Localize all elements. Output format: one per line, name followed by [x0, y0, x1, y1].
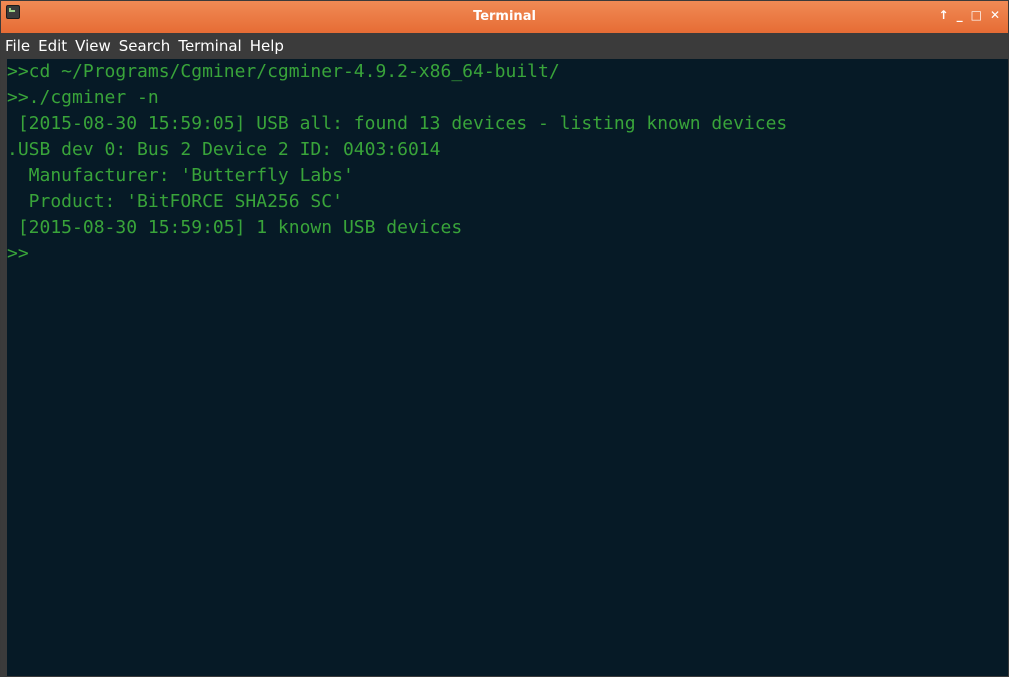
terminal-line: Product: 'BitFORCE SHA256 SC' [7, 191, 343, 212]
terminal-line: Manufacturer: 'Butterfly Labs' [7, 165, 354, 186]
menu-help[interactable]: Help [250, 33, 284, 59]
close-icon[interactable]: ✕ [990, 7, 1000, 23]
title-bar[interactable]: Terminal ↑ _ □ ✕ [1, 1, 1008, 33]
terminal-output[interactable]: >>cd ~/Programs/Cgminer/cgminer-4.9.2-x8… [7, 59, 1007, 676]
menu-bar: File Edit View Search Terminal Help [1, 33, 1008, 59]
terminal-line: [2015-08-30 15:59:05] 1 known USB device… [7, 217, 463, 238]
window-controls: ↑ _ □ ✕ [939, 7, 1000, 23]
terminal-line: [2015-08-30 15:59:05] USB all: found 13 … [7, 113, 788, 134]
menu-view[interactable]: View [75, 33, 111, 59]
terminal-window: Terminal ↑ _ □ ✕ File Edit View Search T… [0, 0, 1009, 677]
menu-edit[interactable]: Edit [38, 33, 67, 59]
maximize-icon[interactable]: □ [971, 7, 982, 23]
window-title: Terminal [473, 9, 536, 24]
shade-up-icon[interactable]: ↑ [939, 7, 949, 23]
terminal-line: .USB dev 0: Bus 2 Device 2 ID: 0403:6014 [7, 139, 441, 160]
menu-terminal[interactable]: Terminal [178, 33, 241, 59]
terminal-line: >>./cgminer -n [7, 87, 159, 108]
terminal-line: >>cd ~/Programs/Cgminer/cgminer-4.9.2-x8… [7, 61, 560, 82]
minimize-icon[interactable]: _ [957, 7, 963, 23]
terminal-prompt-line: >> [7, 243, 29, 264]
menu-file[interactable]: File [5, 33, 30, 59]
menu-search[interactable]: Search [119, 33, 171, 59]
